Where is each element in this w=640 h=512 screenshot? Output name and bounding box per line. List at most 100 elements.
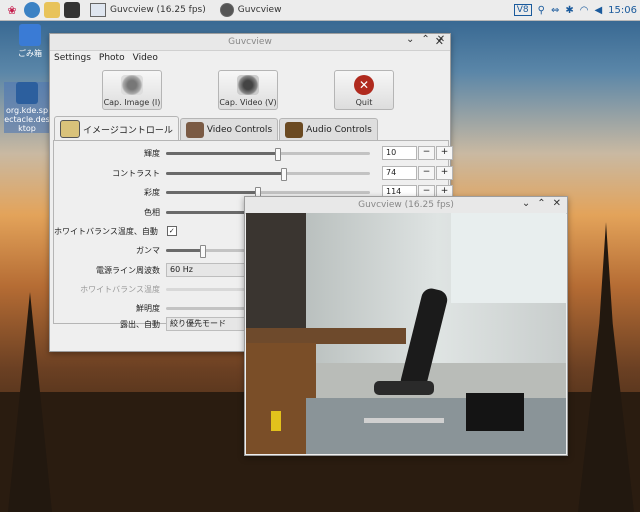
main-titlebar[interactable]: Guvcview ✕ xyxy=(50,34,450,51)
main-window-title: Guvcview xyxy=(228,37,272,47)
taskbar-item-guvcview-video[interactable]: Guvcview (16.25 fps) xyxy=(86,1,210,19)
exposure-select[interactable]: 絞り優先モード xyxy=(166,317,251,331)
file-manager-icon[interactable] xyxy=(44,2,60,18)
camera-preview xyxy=(246,213,566,454)
brightness-value[interactable]: 10 xyxy=(382,146,417,160)
powerline-label: 電源ライン周波数 xyxy=(96,265,160,275)
video-window-title: Guvcview (16.25 fps) xyxy=(358,200,454,210)
preview-window-light xyxy=(451,213,566,303)
video-preview-window: Guvcview (16.25 fps) ⌄ ⌃ ✕ xyxy=(244,196,568,456)
slider-handle[interactable] xyxy=(199,244,206,258)
preview-shelf xyxy=(246,213,306,343)
control-row-exposure: 露出、自動 絞り優先モード xyxy=(54,316,251,332)
clock[interactable]: 15:06 xyxy=(608,5,637,16)
taskbar-item-guvcview[interactable]: Guvcview xyxy=(216,1,286,19)
window-icon xyxy=(90,3,106,17)
brightness-spin: 10 − + xyxy=(382,146,453,160)
slider-handle[interactable] xyxy=(281,167,288,181)
tab-image-controls[interactable]: イメージコントロール xyxy=(54,116,179,141)
control-row-contrast: コントラスト 74 − + xyxy=(54,165,453,181)
terminal-icon[interactable] xyxy=(64,2,80,18)
contrast-value[interactable]: 74 xyxy=(382,166,417,180)
preview-desk xyxy=(246,328,406,344)
quit-button[interactable]: ✕ Quit xyxy=(334,70,394,110)
chevron-up-icon[interactable]: ⌃ xyxy=(537,198,545,209)
video-window-controls: ⌄ ⌃ ✕ xyxy=(522,198,561,209)
cap-video-button[interactable]: Cap. Video (V) xyxy=(218,70,278,110)
video-camera-icon xyxy=(237,75,259,95)
raspberry-menu-icon[interactable]: ❀ xyxy=(4,2,20,18)
chevron-down-icon[interactable]: ⌄ xyxy=(522,198,530,209)
browser-icon[interactable] xyxy=(24,2,40,18)
vnc-indicator[interactable]: V8 xyxy=(513,4,532,16)
desktop-file-label: org.kde.spectacle.desktop xyxy=(4,106,50,133)
decrement-button[interactable]: − xyxy=(418,166,435,180)
camera-icon xyxy=(121,75,143,95)
close-icon[interactable]: ✕ xyxy=(437,34,445,45)
menu-settings[interactable]: Settings xyxy=(54,53,91,63)
quit-label: Quit xyxy=(355,98,373,107)
tab-label: Audio Controls xyxy=(306,125,372,135)
decrement-button[interactable]: − xyxy=(418,146,435,160)
tv-icon xyxy=(60,120,80,138)
chevron-down-icon[interactable]: ⌄ xyxy=(406,34,414,45)
task-label: Guvcview (16.25 fps) xyxy=(110,5,206,15)
brightness-label: 輝度 xyxy=(144,148,160,158)
close-icon[interactable]: ✕ xyxy=(553,198,561,209)
increment-button[interactable]: + xyxy=(436,166,453,180)
desktop-trash-label: ごみ箱 xyxy=(18,49,42,58)
wallpaper-temple-right xyxy=(578,222,634,512)
tab-audio-controls[interactable]: Audio Controls xyxy=(279,118,378,141)
slider-handle[interactable] xyxy=(275,147,282,161)
exposure-label: 露出、自動 xyxy=(120,319,160,329)
teamviewer-icon[interactable]: ⇔ xyxy=(551,5,559,16)
control-row-brightness: 輝度 10 − + xyxy=(54,145,453,161)
gamma-label: ガンマ xyxy=(136,245,160,255)
volume-icon[interactable]: ◀ xyxy=(594,5,602,16)
cap-video-label: Cap. Video (V) xyxy=(219,98,277,107)
menubar: Settings Photo Video xyxy=(50,51,450,65)
desktop-trash[interactable]: ごみ箱 xyxy=(10,24,50,59)
contrast-slider[interactable] xyxy=(166,167,370,181)
task-label: Guvcview xyxy=(237,5,282,15)
preview-chair-seat xyxy=(374,381,434,395)
sharpness-label: 鮮明度 xyxy=(136,303,160,313)
preview-yellow-item xyxy=(271,411,281,431)
control-tabs: イメージコントロール Video Controls Audio Controls xyxy=(54,116,379,141)
cap-image-button[interactable]: Cap. Image (I) xyxy=(102,70,162,110)
increment-button[interactable]: + xyxy=(436,146,453,160)
preview-box xyxy=(466,393,524,431)
wifi-icon[interactable]: ◠ xyxy=(580,5,589,16)
menu-video[interactable]: Video xyxy=(133,53,158,63)
wb-auto-label: ホワイトバランス温度、自動 xyxy=(54,226,158,236)
menu-photo[interactable]: Photo xyxy=(99,53,125,63)
control-row-wb-auto: ホワイトバランス温度、自動 ✓ xyxy=(54,223,177,239)
desktop-file[interactable]: org.kde.spectacle.desktop xyxy=(4,82,50,133)
tab-video-controls[interactable]: Video Controls xyxy=(179,118,279,141)
wb-auto-checkbox[interactable]: ✓ xyxy=(166,226,177,236)
tab-label: Video Controls xyxy=(206,125,273,135)
cap-image-label: Cap. Image (I) xyxy=(103,98,161,107)
saturation-label: 彩度 xyxy=(144,187,160,197)
contrast-spin: 74 − + xyxy=(382,166,453,180)
system-tray: V8 ⚲ ⇔ ✱ ◠ ◀ 15:06 xyxy=(511,0,640,20)
powerline-select[interactable]: 60 Hz xyxy=(166,263,251,277)
brightness-slider[interactable] xyxy=(166,147,370,161)
preview-floor xyxy=(306,398,566,454)
video-camera-icon xyxy=(185,122,204,138)
trash-icon xyxy=(19,24,41,46)
hue-label: 色相 xyxy=(144,207,160,217)
chevron-up-icon[interactable]: ⌃ xyxy=(421,34,429,45)
saturation-slider[interactable] xyxy=(166,186,370,200)
pin-icon[interactable]: ⚲ xyxy=(538,5,545,16)
camera-icon xyxy=(219,3,234,17)
contrast-label: コントラスト xyxy=(112,168,160,178)
microphone-icon xyxy=(285,122,304,138)
bluetooth-icon[interactable]: ✱ xyxy=(565,5,573,16)
control-row-powerline: 電源ライン周波数 60 Hz xyxy=(54,262,251,278)
preview-chair-base xyxy=(364,418,444,423)
main-window-controls: ⌄ ⌃ ✕ xyxy=(406,34,445,45)
quit-icon: ✕ xyxy=(354,75,374,95)
tab-label: イメージコントロール xyxy=(83,125,173,136)
video-titlebar[interactable]: Guvcview (16.25 fps) xyxy=(245,197,567,214)
